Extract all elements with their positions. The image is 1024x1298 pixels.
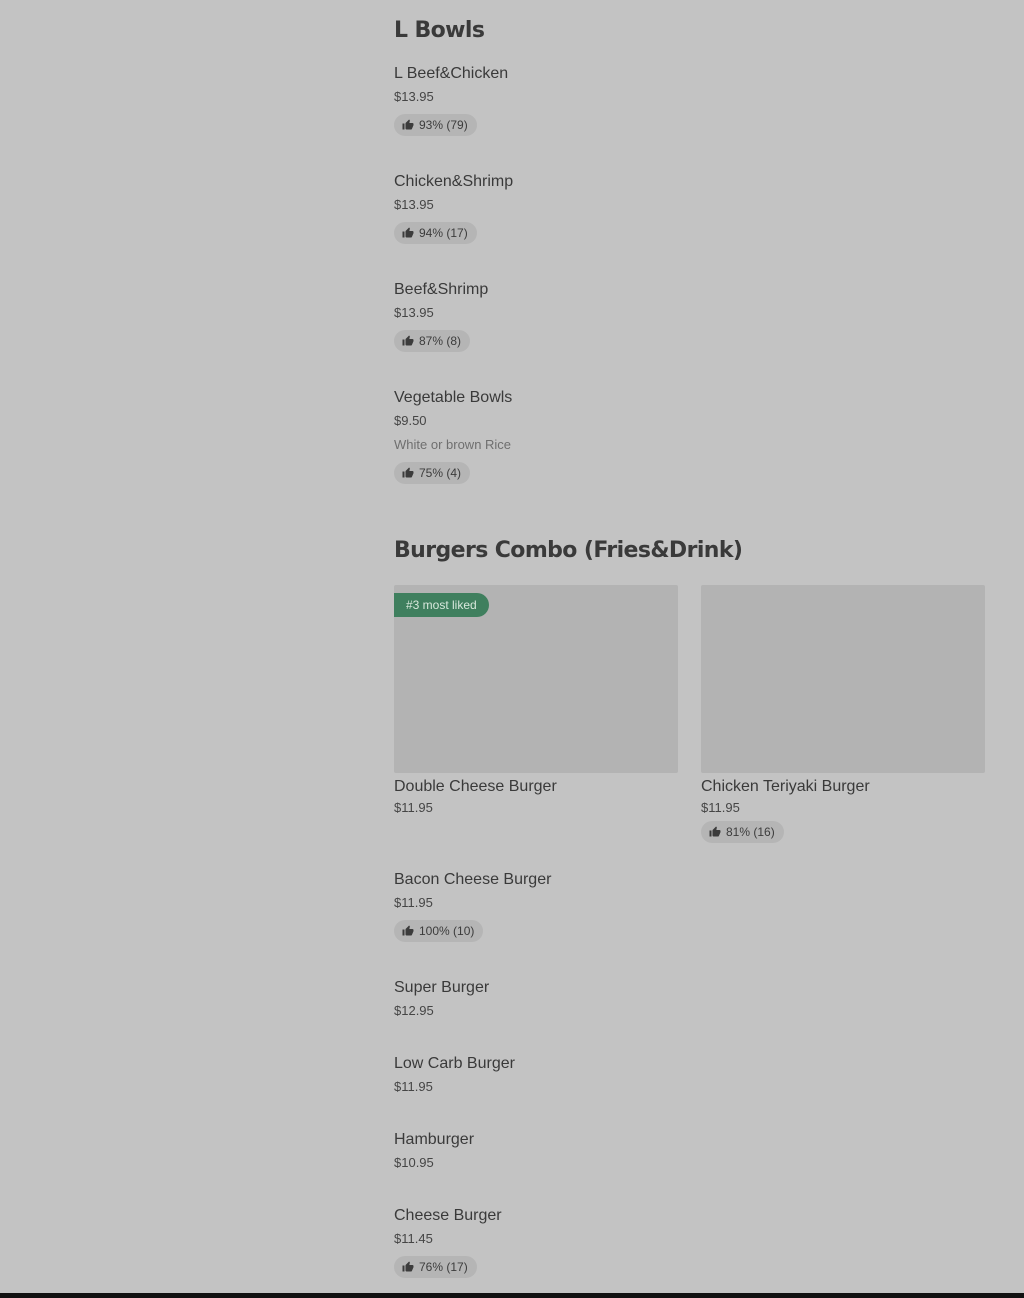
thumbs-up-icon — [402, 467, 414, 478]
item-name: Bacon Cheese Burger — [394, 871, 552, 888]
item-price: $10.95 — [394, 1155, 434, 1170]
menu-item-l-beef-chicken[interactable]: L Beef&Chicken $13.95 93% (79) — [394, 64, 984, 136]
item-name: Super Burger — [394, 979, 490, 996]
item-name: Beef&Shrimp — [394, 281, 489, 298]
thumbs-up-icon — [402, 119, 414, 130]
rating-text: 93% (79) — [419, 118, 468, 132]
item-price: $13.95 — [394, 305, 434, 320]
menu-item-hamburger[interactable]: Hamburger $10.95 — [394, 1130, 984, 1171]
item-name: Cheese Burger — [394, 1207, 502, 1224]
thumbs-up-icon — [709, 826, 721, 837]
item-price: $11.45 — [394, 1231, 433, 1246]
menu-item-super-burger[interactable]: Super Burger $12.95 — [394, 978, 984, 1019]
item-price: $13.95 — [394, 89, 434, 104]
menu-item-beef-shrimp[interactable]: Beef&Shrimp $13.95 87% (8) — [394, 280, 984, 352]
featured-item-chicken-teriyaki-burger[interactable]: Chicken Teriyaki Burger $11.95 81% (16) — [701, 585, 985, 843]
thumbs-up-icon — [402, 335, 414, 346]
item-name: Chicken Teriyaki Burger — [701, 778, 870, 795]
rating-badge: 94% (17) — [394, 222, 477, 244]
bottom-edge-bar — [0, 1293, 1024, 1298]
item-image — [701, 585, 985, 773]
menu-item-bacon-cheese-burger[interactable]: Bacon Cheese Burger $11.95 100% (10) — [394, 870, 984, 942]
item-name: Double Cheese Burger — [394, 778, 557, 795]
item-price: $13.95 — [394, 197, 434, 212]
rating-badge: 75% (4) — [394, 462, 471, 484]
item-name: L Beef&Chicken — [394, 65, 509, 82]
thumbs-up-icon — [402, 227, 414, 238]
rating-text: 75% (4) — [419, 466, 462, 480]
rating-badge: 100% (10) — [394, 920, 484, 942]
item-price: $11.95 — [701, 800, 740, 815]
item-name: Hamburger — [394, 1131, 475, 1148]
rating-text: 81% (16) — [726, 825, 775, 839]
item-name: Vegetable Bowls — [394, 389, 513, 406]
item-name: Chicken&Shrimp — [394, 173, 514, 190]
rating-text: 94% (17) — [419, 226, 468, 240]
rating-badge: 93% (79) — [394, 114, 477, 136]
item-price: $9.50 — [394, 413, 427, 428]
rating-badge: 87% (8) — [394, 330, 471, 352]
menu-item-cheese-burger[interactable]: Cheese Burger $11.45 76% (17) — [394, 1206, 984, 1278]
item-name: Low Carb Burger — [394, 1055, 515, 1072]
most-liked-badge: #3 most liked — [394, 593, 489, 617]
item-description: White or brown Rice — [394, 437, 512, 452]
item-price: $12.95 — [394, 1003, 434, 1018]
rating-badge: 81% (16) — [701, 821, 784, 843]
thumbs-up-icon — [402, 925, 414, 936]
menu-item-vegetable-bowls[interactable]: Vegetable Bowls $9.50 White or brown Ric… — [394, 388, 984, 484]
rating-text: 100% (10) — [419, 924, 475, 938]
featured-item-double-cheese-burger[interactable]: #3 most liked Double Cheese Burger $11.9… — [394, 585, 678, 816]
item-price: $11.95 — [394, 895, 433, 910]
item-price: $11.95 — [394, 1079, 433, 1094]
rating-text: 87% (8) — [419, 334, 462, 348]
thumbs-up-icon — [402, 1261, 414, 1272]
section-title-burgers-combo: Burgers Combo (Fries&Drink) — [394, 538, 743, 563]
menu-item-chicken-shrimp[interactable]: Chicken&Shrimp $13.95 94% (17) — [394, 172, 984, 244]
item-price: $11.95 — [394, 800, 433, 815]
item-image: #3 most liked — [394, 585, 678, 773]
section-title-l-bowls: L Bowls — [394, 18, 485, 43]
rating-badge: 76% (17) — [394, 1256, 477, 1278]
rating-text: 76% (17) — [419, 1260, 468, 1274]
menu-item-low-carb-burger[interactable]: Low Carb Burger $11.95 — [394, 1054, 984, 1095]
